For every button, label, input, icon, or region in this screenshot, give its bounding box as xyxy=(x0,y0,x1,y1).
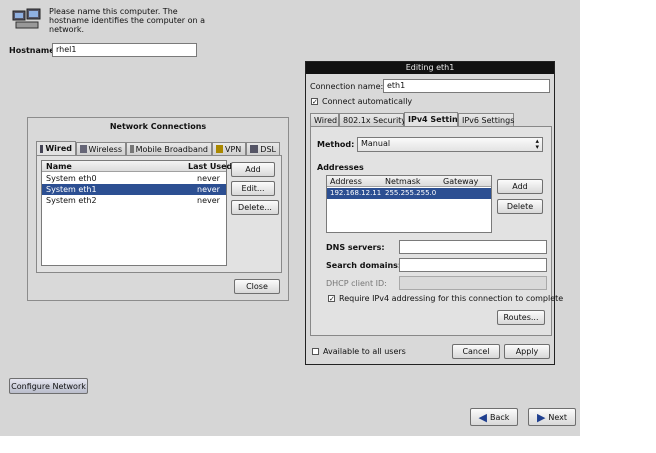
cancel-button[interactable]: Cancel xyxy=(452,344,500,359)
dns-servers-input[interactable] xyxy=(399,240,547,254)
wireless-icon xyxy=(80,145,87,153)
column-gateway[interactable]: Gateway xyxy=(443,176,478,187)
wired-tab-page: Name Last Used System eth0 never System … xyxy=(36,155,282,273)
connection-type-tabs: Wired Wireless Mobile Broadband VPN DSL xyxy=(36,141,282,156)
hostname-input[interactable]: rhel1 xyxy=(52,43,197,57)
routes-button[interactable]: Routes... xyxy=(497,310,545,325)
vpn-icon xyxy=(216,145,223,153)
delete-address-button[interactable]: Delete xyxy=(497,199,543,214)
addresses-label: Addresses xyxy=(317,163,364,172)
column-name[interactable]: Name xyxy=(46,161,72,172)
next-arrow-icon: ▶ xyxy=(536,410,546,424)
wired-icon xyxy=(40,144,44,153)
settings-tabs: Wired 802.1x Security IPv4 Settings IPv6… xyxy=(310,112,550,127)
addresses-table-header: Address Netmask Gateway xyxy=(327,176,491,187)
search-domains-label: Search domains: xyxy=(326,261,402,270)
dropdown-arrows-icon: ▴ ▾ xyxy=(535,137,539,151)
require-ipv4-checkbox[interactable]: ✓ xyxy=(328,295,335,303)
connection-name-label: Connection name: xyxy=(310,82,384,91)
column-netmask[interactable]: Netmask xyxy=(385,176,421,187)
add-address-button[interactable]: Add xyxy=(497,179,543,194)
apply-button[interactable]: Apply xyxy=(504,344,550,359)
tab-wireless[interactable]: Wireless xyxy=(76,142,126,155)
computer-network-icon xyxy=(12,8,42,30)
tab-ipv4-settings[interactable]: IPv4 Settings xyxy=(404,112,468,126)
address-row[interactable]: 192.168.12.11 255.255.255.0 xyxy=(327,188,491,199)
edit-connection-button[interactable]: Edit... xyxy=(231,181,275,196)
ipv4-settings-page: Method: Manual ▴ ▾ Addresses Address Netm… xyxy=(310,126,563,336)
connection-row-eth0[interactable]: System eth0 never xyxy=(42,173,226,184)
dns-servers-label: DNS servers: xyxy=(326,243,385,252)
available-to-all-label: Available to all users xyxy=(323,347,406,356)
back-button[interactable]: ◀ Back xyxy=(470,408,518,426)
intro-text-line1: Please name this computer. The xyxy=(49,7,178,16)
column-address[interactable]: Address xyxy=(330,176,362,187)
dsl-icon xyxy=(250,145,259,153)
tab-wired-settings[interactable]: Wired xyxy=(310,113,339,126)
connect-automatically-label: Connect automatically xyxy=(322,97,413,106)
close-button[interactable]: Close xyxy=(234,279,280,294)
method-select[interactable]: Manual ▴ ▾ xyxy=(357,137,543,152)
hostname-label: Hostname: xyxy=(9,46,58,55)
connection-row-eth2[interactable]: System eth2 never xyxy=(42,195,226,206)
intro-text-line2: hostname identifies the computer on a xyxy=(49,16,206,25)
available-to-all-checkbox[interactable] xyxy=(312,348,319,355)
mobile-broadband-icon xyxy=(130,145,134,153)
configure-network-button[interactable]: Configure Network xyxy=(9,378,88,394)
delete-connection-button[interactable]: Delete... xyxy=(231,200,279,215)
connection-name-input[interactable]: eth1 xyxy=(383,79,550,93)
method-label: Method: xyxy=(317,140,355,149)
column-last-used[interactable]: Last Used xyxy=(188,161,232,172)
tab-dsl[interactable]: DSL xyxy=(246,142,280,155)
back-arrow-icon: ◀ xyxy=(478,410,488,424)
tab-mobile-broadband[interactable]: Mobile Broadband xyxy=(126,142,212,155)
tab-8021x-security[interactable]: 802.1x Security xyxy=(339,113,406,126)
connections-list-header: Name Last Used xyxy=(42,161,232,172)
connection-row-eth1[interactable]: System eth1 never xyxy=(42,184,226,195)
search-domains-input[interactable] xyxy=(399,258,547,272)
connections-list: Name Last Used System eth0 never System … xyxy=(41,160,232,266)
network-connections-title: Network Connections xyxy=(109,122,207,131)
dhcp-client-id-input xyxy=(399,276,547,290)
next-button[interactable]: ▶ Next xyxy=(528,408,576,426)
tab-ipv6-settings[interactable]: IPv6 Settings xyxy=(458,113,514,126)
editing-connection-dialog: Editing eth1 Connection name: eth1 ✓ Con… xyxy=(305,61,563,365)
require-ipv4-label: Require IPv4 addressing for this connect… xyxy=(339,294,564,303)
tab-wired[interactable]: Wired xyxy=(36,141,76,155)
add-connection-button[interactable]: Add xyxy=(231,162,275,177)
dialog-title-bar: Editing eth1 xyxy=(306,62,554,74)
network-connections-dialog: Network Connections Wired Wireless Mobil… xyxy=(27,117,289,301)
addresses-table: Address Netmask Gateway 192.168.12.11 25… xyxy=(326,175,492,233)
connect-automatically-checkbox[interactable]: ✓ xyxy=(311,98,318,106)
tab-vpn[interactable]: VPN xyxy=(212,142,246,155)
dhcp-client-id-label: DHCP client ID: xyxy=(326,279,387,288)
intro-text-line3: network. xyxy=(49,25,85,34)
